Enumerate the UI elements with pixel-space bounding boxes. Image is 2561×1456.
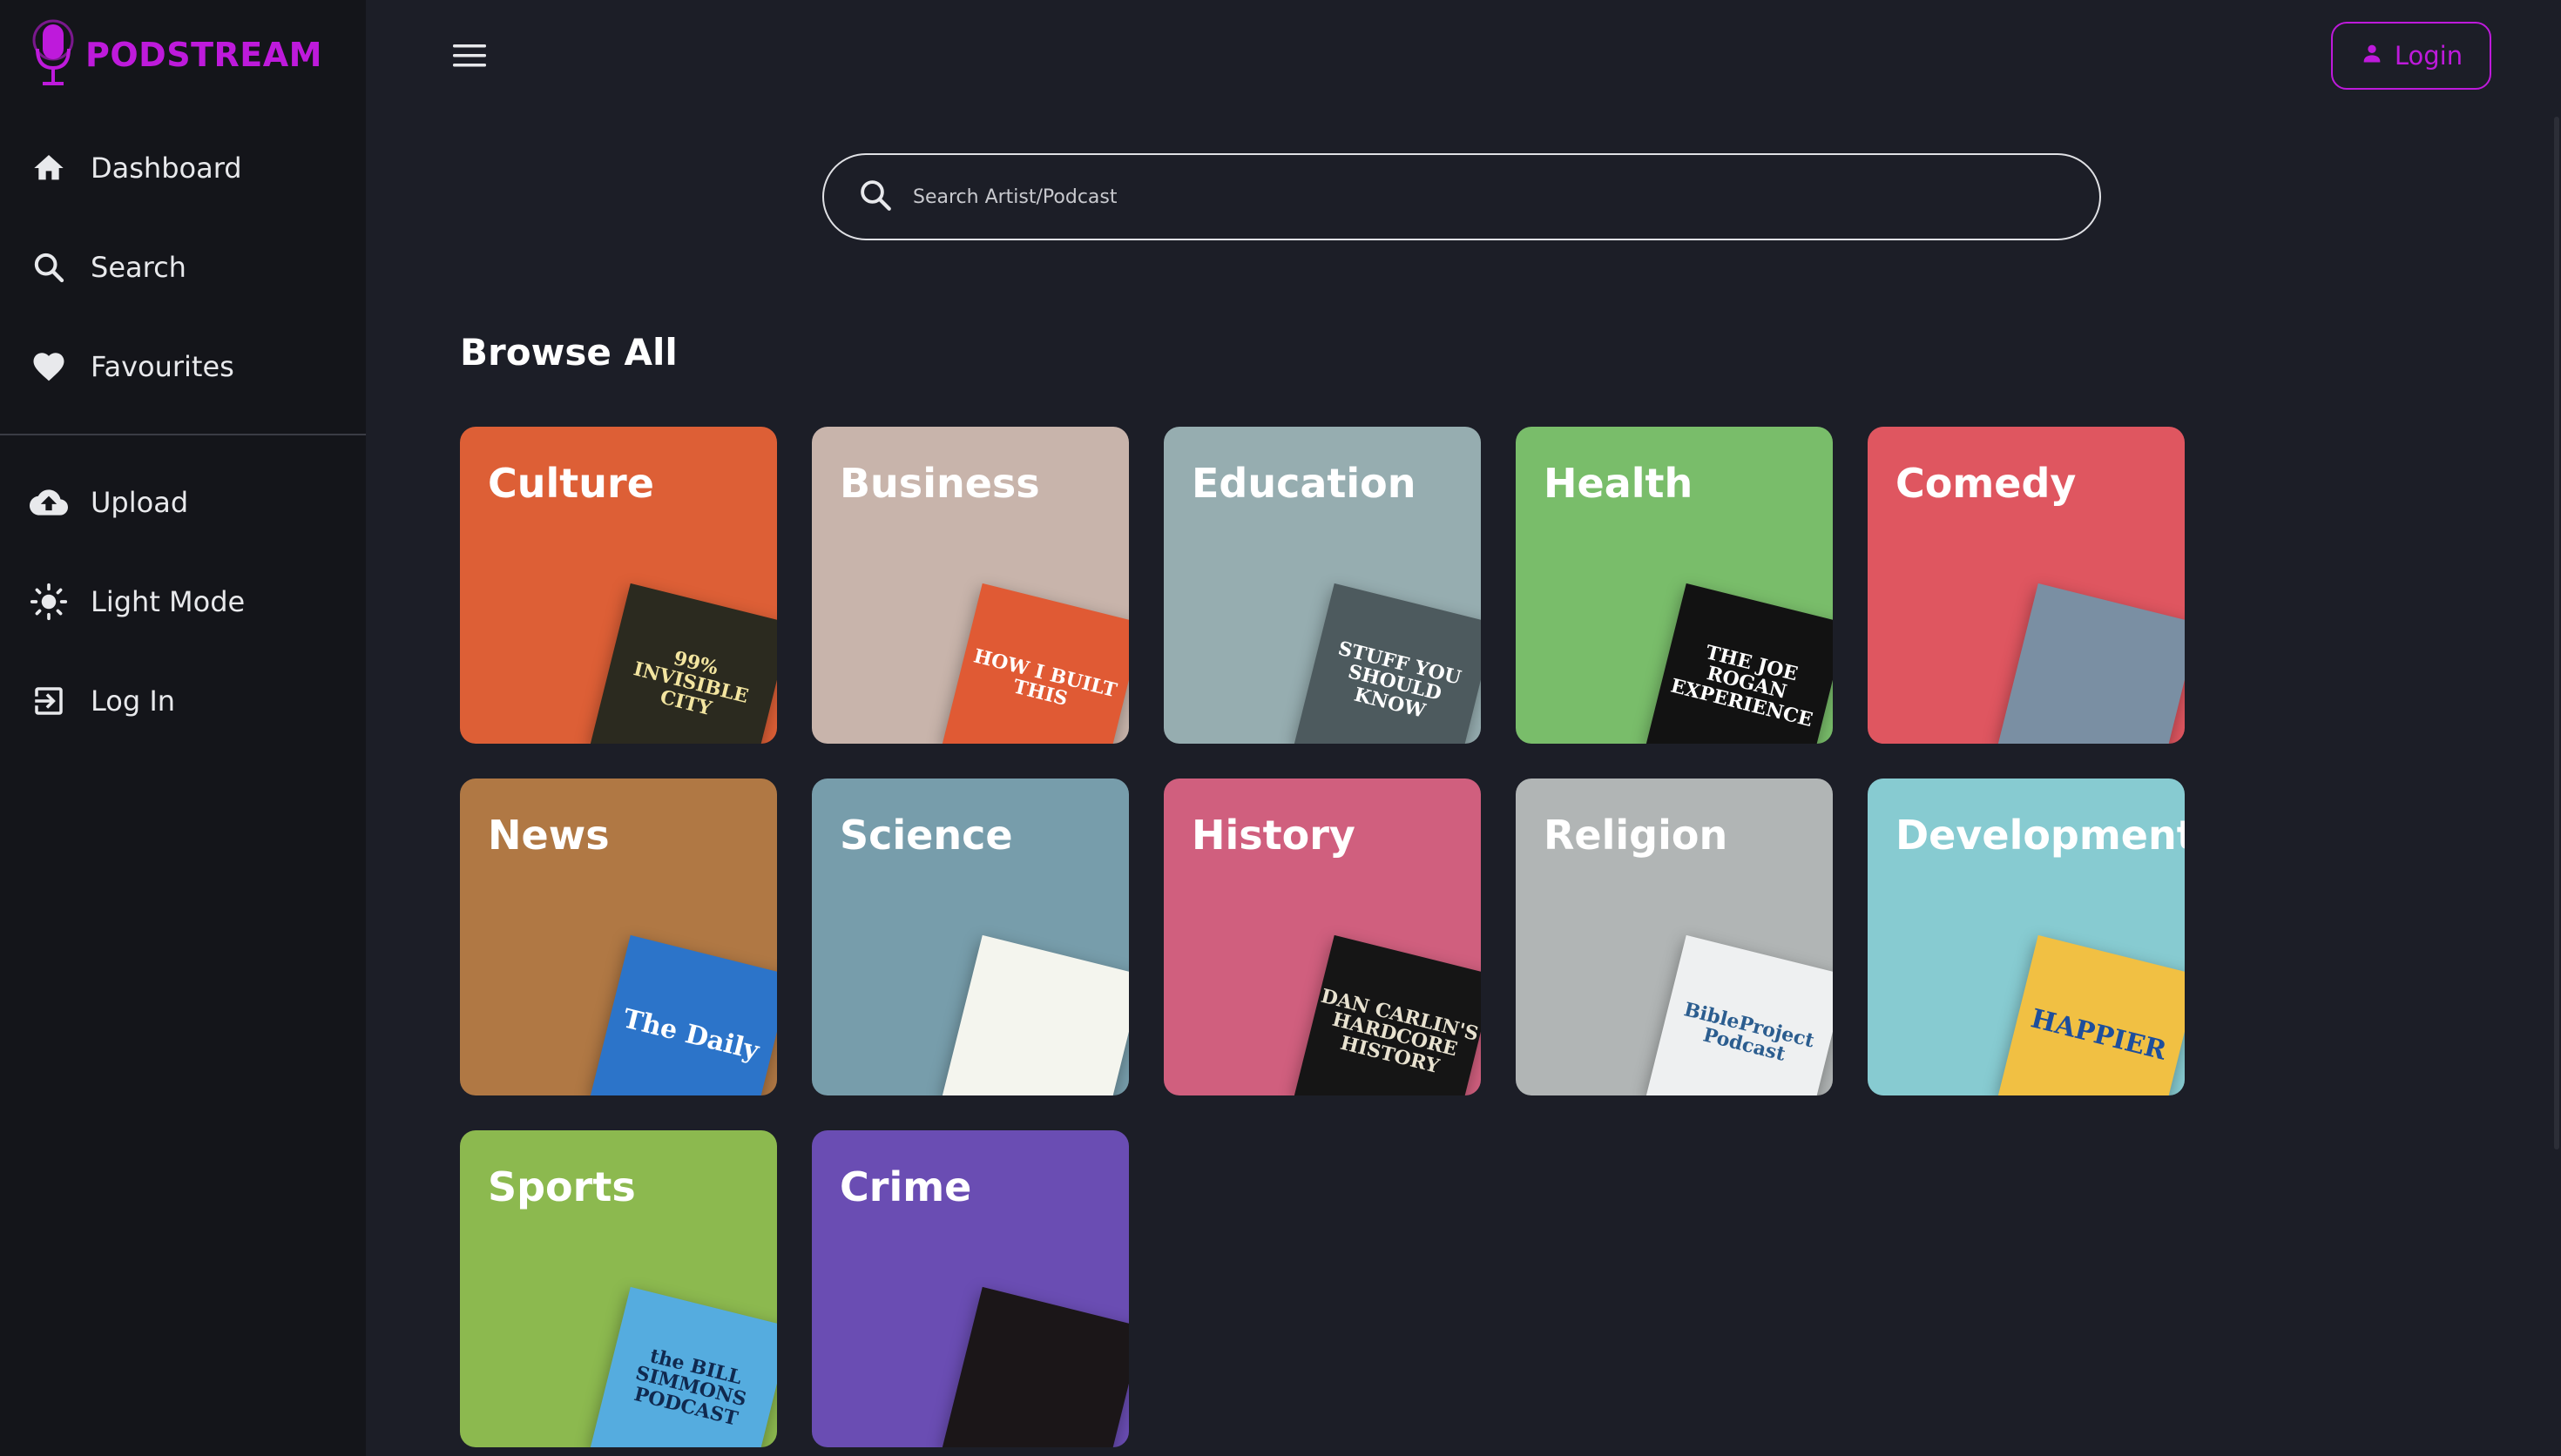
category-card-history[interactable]: History DAN CARLIN'S HARDCORE HISTORY [1164, 779, 1481, 1095]
cover-title: DAN CARLIN'S HARDCORE HISTORY [1318, 985, 1481, 1078]
login-button[interactable]: Login [2331, 22, 2491, 90]
category-card-education[interactable]: Education STUFF YOU SHOULD KNOW [1164, 427, 1481, 744]
sidebar-nav-main: Dashboard Search Favourites [0, 118, 366, 416]
sidebar-item-log-in[interactable]: Log In [0, 651, 366, 751]
search-icon [857, 177, 894, 217]
sidebar-item-search[interactable]: Search [0, 218, 366, 317]
cover-title: THE JOE ROGAN EXPERIENCE [1668, 641, 1815, 731]
category-title: Business [840, 460, 1040, 507]
sidebar-item-label: Dashboard [91, 152, 242, 185]
category-title: Health [1544, 460, 1693, 507]
category-title: Development [1895, 812, 2185, 859]
podcast-cover-image: HOW I BUILT THIS [942, 583, 1129, 744]
sidebar-item-light-mode[interactable]: Light Mode [0, 552, 366, 651]
sidebar-item-label: Upload [91, 486, 189, 519]
sidebar-item-label: Log In [91, 684, 176, 718]
category-card-news[interactable]: News The Daily [460, 779, 777, 1095]
home-icon [30, 149, 68, 187]
search-icon [30, 248, 68, 286]
category-title: Religion [1544, 812, 1728, 859]
podcast-cover-image: the BILL SIMMONS PODCAST [590, 1286, 777, 1447]
podcast-cover-image: DAN CARLIN'S HARDCORE HISTORY [1294, 934, 1481, 1095]
cover-title: HAPPIER [2027, 1003, 2170, 1067]
sidebar-divider [0, 434, 366, 435]
category-card-health[interactable]: Health THE JOE ROGAN EXPERIENCE [1516, 427, 1833, 744]
podcast-cover-image: STUFF YOU SHOULD KNOW [1294, 583, 1481, 744]
cover-title: HOW I BUILT THIS [971, 644, 1119, 711]
cloud-upload-icon [30, 483, 68, 522]
category-title: Education [1192, 460, 1416, 507]
category-card-development[interactable]: Development HAPPIER [1868, 779, 2185, 1095]
category-card-culture[interactable]: Culture 99% INVISIBLE CITY [460, 427, 777, 744]
category-title: Sports [488, 1163, 636, 1210]
sidebar-nav-secondary: Upload Light Mode Log In [0, 453, 366, 751]
search-input[interactable] [913, 185, 2045, 208]
podcast-cover-image: HAPPIER [1997, 934, 2185, 1095]
category-card-comedy[interactable]: Comedy [1868, 427, 2185, 744]
cover-title: the BILL SIMMONS PODCAST [632, 1345, 749, 1431]
category-title: News [488, 812, 610, 859]
menu-icon [446, 44, 495, 77]
login-icon [30, 682, 68, 720]
sidebar-item-upload[interactable]: Upload [0, 453, 366, 552]
category-card-science[interactable]: Science [812, 779, 1129, 1095]
category-title: Comedy [1895, 460, 2077, 507]
browse-all-heading: Browse All [460, 331, 678, 374]
podcast-cover-image: THE JOE ROGAN EXPERIENCE [1645, 583, 1833, 744]
sun-icon [30, 583, 68, 621]
category-title: Culture [488, 460, 654, 507]
category-card-sports[interactable]: Sports the BILL SIMMONS PODCAST [460, 1130, 777, 1447]
cover-title: 99% INVISIBLE CITY [631, 647, 751, 720]
microphone-icon [30, 17, 77, 92]
category-title: Crime [840, 1163, 972, 1210]
heart-icon [30, 347, 68, 386]
category-title: Science [840, 812, 1013, 859]
app-name: PODSTREAM [85, 36, 322, 74]
podcast-cover-image: 99% INVISIBLE CITY [590, 583, 777, 744]
search-bar[interactable] [822, 153, 2101, 240]
cover-title: STUFF YOU SHOULD KNOW [1335, 637, 1463, 723]
person-icon [2360, 41, 2384, 71]
category-title: History [1192, 812, 1355, 859]
sidebar-item-favourites[interactable]: Favourites [0, 317, 366, 416]
sidebar: PODSTREAM Dashboard Search Favourites Up… [0, 0, 366, 1456]
podcast-cover-image [1997, 583, 2185, 744]
app-logo[interactable]: PODSTREAM [30, 19, 322, 91]
sidebar-item-label: Favourites [91, 350, 234, 383]
podcast-cover-image [942, 1286, 1129, 1447]
scrollbar[interactable] [2554, 117, 2559, 1149]
category-card-business[interactable]: Business HOW I BUILT THIS [812, 427, 1129, 744]
hamburger-menu-button[interactable] [446, 38, 495, 73]
login-button-label: Login [2394, 41, 2463, 71]
category-grid: Culture 99% INVISIBLE CITY Business HOW I B… [460, 427, 2185, 1447]
podcast-cover-image: The Daily [590, 934, 777, 1095]
category-card-crime[interactable]: Crime [812, 1130, 1129, 1447]
podcast-cover-image [942, 934, 1129, 1095]
cover-title: BibleProject Podcast [1681, 998, 1817, 1066]
category-card-religion[interactable]: Religion BibleProject Podcast [1516, 779, 1833, 1095]
sidebar-item-label: Light Mode [91, 585, 246, 618]
sidebar-item-dashboard[interactable]: Dashboard [0, 118, 366, 218]
podcast-cover-image: BibleProject Podcast [1645, 934, 1833, 1095]
sidebar-item-label: Search [91, 251, 186, 284]
cover-title: The Daily [619, 1003, 762, 1068]
